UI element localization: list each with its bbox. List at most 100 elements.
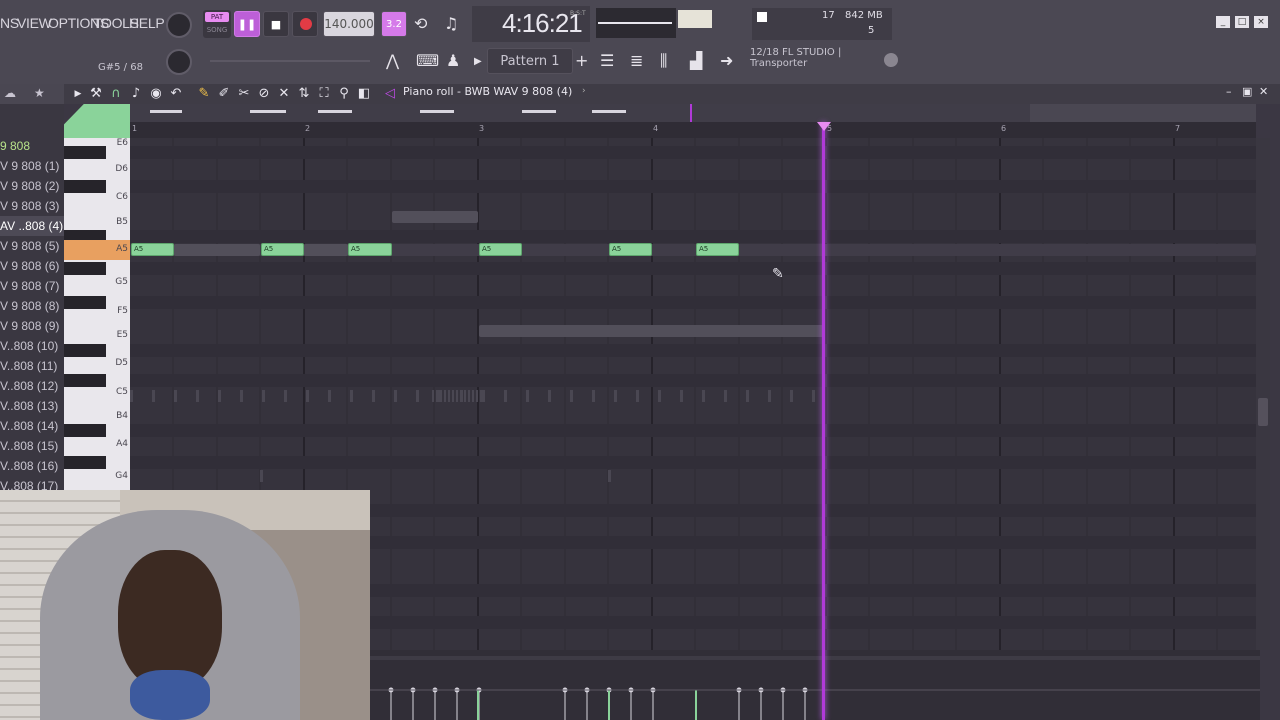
person-shirt [130, 670, 210, 720]
wrench-icon[interactable]: ⚒ [88, 86, 104, 102]
typing-keyboard-icon[interactable]: ⌨ [416, 53, 439, 69]
channel-item[interactable]: V 9 808 (7) [0, 276, 64, 296]
key-label: D6 [115, 164, 128, 174]
ghost-note [392, 211, 478, 223]
piano-roll-icon[interactable]: ▟ [690, 53, 702, 69]
magnet-icon[interactable]: ∩ [108, 86, 124, 102]
stamp-icon[interactable]: ◉ [148, 86, 164, 102]
scroll-thumb[interactable] [1258, 398, 1268, 426]
pencil-icon[interactable]: ✎ [196, 86, 212, 102]
black-key[interactable] [64, 374, 106, 387]
channel-item[interactable]: V 9 808 (6) [0, 256, 64, 276]
pattern-prev-icon[interactable]: ▶ [474, 54, 482, 70]
black-key[interactable] [64, 424, 106, 437]
close-icon[interactable]: ✕ [1259, 85, 1268, 98]
stop-button[interactable]: ■ [263, 11, 289, 37]
pat-song-toggle[interactable]: PAT SONG [203, 10, 231, 38]
paint-icon[interactable]: ✐ [216, 86, 232, 102]
tempo-display[interactable]: 140.000 [323, 11, 375, 37]
channel-item-selected[interactable]: AV ..808 (4) [0, 216, 64, 236]
mixer-icon[interactable]: ⫼ [660, 53, 667, 69]
star-icon[interactable]: ★ [34, 86, 45, 100]
master-pitch-knob[interactable] [166, 49, 192, 75]
window-maximize-button[interactable]: □ [1235, 16, 1249, 28]
note[interactable]: A5 [348, 243, 392, 256]
master-pitch-slider[interactable] [210, 60, 370, 62]
loop-record-icon[interactable]: ⟲ [414, 16, 427, 32]
time-marker-corner[interactable] [64, 104, 130, 138]
piano-roll-title[interactable]: Piano roll - BWB WAV 9 808 (4) [403, 85, 572, 98]
maximize-icon[interactable]: ▣ [1242, 85, 1252, 98]
channel-item[interactable]: V 9 808 (5) [0, 236, 64, 256]
master-volume-knob[interactable] [166, 12, 192, 38]
note[interactable]: A5 [131, 243, 174, 256]
vertical-scrollbar[interactable] [1256, 138, 1270, 650]
ghost-note [174, 244, 260, 256]
menu-item-view[interactable]: VIEW [17, 15, 52, 31]
playhead-marker-icon[interactable] [817, 122, 831, 131]
countdown-icon[interactable]: ♟ [446, 53, 460, 69]
note[interactable]: A5 [696, 243, 739, 256]
arrow-right-icon[interactable]: ➜ [720, 53, 733, 69]
blend-notes-icon[interactable]: ♫ [444, 16, 458, 32]
zoom-icon[interactable]: ⚲ [336, 86, 352, 102]
note-icon[interactable]: ♪ [128, 86, 144, 102]
channel-list: 9 808 V 9 808 (1) V 9 808 (2) V 9 808 (3… [0, 104, 64, 490]
channel-item[interactable]: V..808 (15) [0, 436, 64, 456]
play-icon[interactable]: ▶ [70, 86, 86, 102]
timeline-ruler[interactable] [130, 122, 1256, 138]
key-label: E6 [116, 138, 128, 148]
note[interactable]: A5 [261, 243, 304, 256]
channel-item[interactable]: V..808 (16) [0, 456, 64, 476]
channel-item[interactable]: V 9 808 (3) [0, 196, 64, 216]
piano-roll-toolbar [0, 84, 1280, 104]
black-key[interactable] [64, 344, 106, 357]
menu-item-help[interactable]: HELP [129, 15, 165, 31]
step-edit-button[interactable]: 3.2 [381, 11, 407, 37]
select-icon[interactable]: ⛶ [316, 86, 332, 102]
piano-keyboard[interactable]: E6 D6 C6 B5 A5 G5 F5 E5 D5 C5 B4 A4 G4 [64, 138, 130, 490]
pause-button[interactable]: ❚❚ [234, 11, 260, 37]
window-close-button[interactable]: × [1254, 16, 1268, 28]
online-globe-icon[interactable] [884, 53, 898, 67]
black-key[interactable] [64, 180, 106, 193]
channel-item[interactable]: V..808 (12) [0, 376, 64, 396]
metronome-icon[interactable]: ⋀ [386, 53, 399, 69]
cloud-icon[interactable]: ☁ [4, 86, 16, 100]
black-key[interactable] [64, 456, 106, 469]
add-pattern-icon[interactable]: + [575, 53, 588, 69]
slip-icon[interactable]: ⇅ [296, 86, 312, 102]
mute-icon[interactable]: ⊘ [256, 86, 272, 102]
black-key[interactable] [64, 262, 106, 275]
channel-item[interactable]: V 9 808 (9) [0, 316, 64, 336]
event-editor[interactable] [370, 650, 1260, 720]
delete-icon[interactable]: ✂ [236, 86, 252, 102]
channel-rack-icon[interactable]: ≣ [630, 53, 643, 69]
channel-item[interactable]: V..808 (14) [0, 416, 64, 436]
pattern-selector[interactable]: Pattern 1 [487, 48, 573, 74]
minimize-icon[interactable]: – [1226, 85, 1232, 98]
channel-item[interactable]: V 9 808 (8) [0, 296, 64, 316]
channel-item[interactable]: V..808 (11) [0, 356, 64, 376]
playhead[interactable] [822, 122, 825, 720]
black-key[interactable] [64, 146, 106, 159]
time-display[interactable]: 4:16:21 B:S:T [472, 6, 590, 42]
window-minimize-button[interactable]: _ [1216, 16, 1230, 28]
channel-item[interactable]: V 9 808 (1) [0, 156, 64, 176]
playlist-icon[interactable]: ☰ [600, 53, 614, 69]
slice-icon[interactable]: ✕ [276, 86, 292, 102]
note[interactable]: A5 [609, 243, 652, 256]
chevron-right-icon[interactable]: › [582, 86, 586, 96]
channel-item[interactable]: V 9 808 (2) [0, 176, 64, 196]
channel-item[interactable]: V..808 (13) [0, 396, 64, 416]
record-button[interactable] [292, 11, 318, 37]
key-label: C5 [115, 387, 128, 397]
speaker-icon[interactable]: ◧ [356, 86, 372, 102]
piano-roll-overview[interactable] [130, 104, 1256, 122]
black-key[interactable] [64, 296, 106, 309]
undo-icon[interactable]: ↶ [168, 86, 184, 102]
channel-item[interactable]: V..808 (17) [0, 476, 64, 490]
target-channel-icon[interactable]: ◁ [382, 86, 398, 102]
note[interactable]: A5 [479, 243, 522, 256]
channel-item[interactable]: V..808 (10) [0, 336, 64, 356]
